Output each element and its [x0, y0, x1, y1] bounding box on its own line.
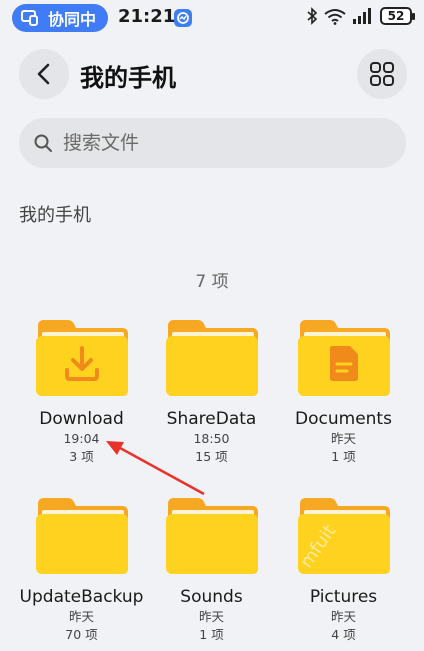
folder-icon — [34, 496, 130, 576]
chevron-left-icon — [37, 63, 50, 85]
folder-icon — [164, 496, 260, 576]
folder-name: Download — [39, 409, 124, 429]
folder-icon — [296, 318, 392, 398]
folder-item-count: 70 项 — [65, 627, 98, 642]
folder-icon — [34, 318, 130, 398]
folder-item-count: 15 项 — [195, 449, 228, 464]
status-time: 21:21 — [118, 6, 176, 27]
grid-view-icon — [370, 62, 394, 86]
folder-date: 19:04 — [63, 431, 100, 446]
document-icon — [329, 346, 358, 381]
folder-name: Sounds — [180, 587, 243, 607]
search-bar[interactable] — [19, 118, 406, 168]
folder-pictures[interactable]: Pictures 昨天 4 项 — [278, 496, 409, 644]
item-count: 7 项 — [195, 272, 229, 292]
folder-documents[interactable]: Documents 昨天 1 项 — [278, 318, 409, 466]
page-title: 我的手机 — [80, 64, 176, 92]
folder-download[interactable]: Download 19:04 3 项 — [16, 318, 147, 466]
folder-icon — [164, 318, 260, 398]
collaboration-label: 协同中 — [48, 10, 97, 29]
folder-item-count: 4 项 — [331, 627, 356, 642]
folder-name: Pictures — [309, 587, 378, 607]
multi-device-icon — [21, 10, 38, 26]
collaboration-pill[interactable]: 协同中 — [12, 4, 108, 32]
folder-name: UpdateBackup — [19, 587, 144, 607]
search-icon — [34, 134, 52, 152]
folder-date: 昨天 — [330, 609, 356, 624]
folder-item-count: 3 项 — [69, 449, 94, 464]
bluetooth-icon — [307, 7, 318, 25]
search-input[interactable] — [63, 132, 363, 154]
folder-date: 昨天 — [198, 609, 224, 624]
cellular-signal-icon — [353, 8, 371, 24]
folder-date: 18:50 — [193, 431, 230, 446]
back-button[interactable] — [19, 49, 69, 99]
folder-item-count: 1 项 — [331, 449, 356, 464]
folder-date: 昨天 — [330, 431, 356, 446]
battery-indicator: 52 — [380, 7, 415, 25]
folder-sounds[interactable]: Sounds 昨天 1 项 — [146, 496, 277, 644]
folder-name: ShareData — [166, 409, 257, 429]
status-bar: 协同中 21:21 52 — [0, 0, 424, 36]
folder-name: Documents — [295, 409, 392, 429]
folder-item-count: 1 项 — [199, 627, 224, 642]
folder-date: 昨天 — [68, 609, 94, 624]
breadcrumb[interactable]: 我的手机 — [19, 201, 91, 227]
folder-updatebackup[interactable]: UpdateBackup 昨天 70 项 — [16, 496, 147, 644]
view-mode-button[interactable] — [357, 49, 407, 99]
status-indicators: 52 — [306, 7, 415, 25]
battery-level: 52 — [387, 9, 405, 23]
notification-app-icon — [174, 9, 192, 27]
wifi-icon — [324, 8, 346, 25]
folder-sharedata[interactable]: ShareData 18:50 15 项 — [146, 318, 277, 466]
